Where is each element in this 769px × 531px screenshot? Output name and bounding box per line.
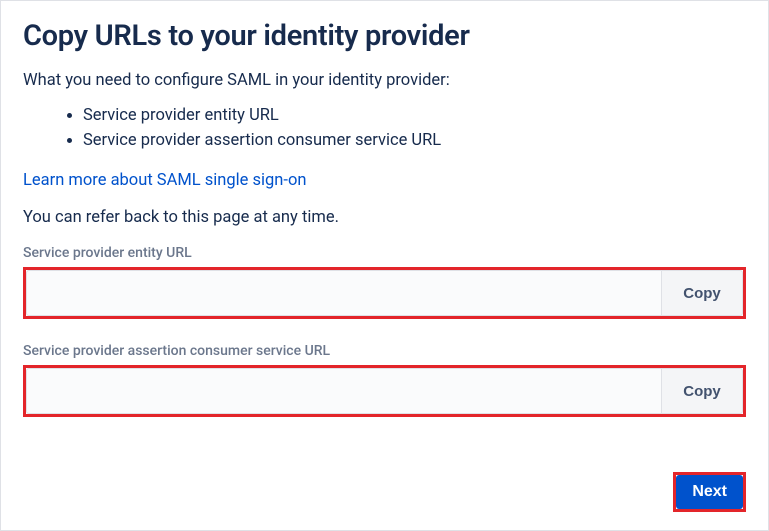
next-button-highlight: Next [673,472,746,512]
learn-more-link[interactable]: Learn more about SAML single sign-on [23,171,307,190]
acs-url-row: Copy [23,365,746,417]
entity-url-input[interactable] [26,270,661,316]
acs-url-label: Service provider assertion consumer serv… [23,343,746,359]
list-item: Service provider entity URL [83,106,746,125]
copy-entity-url-button[interactable]: Copy [661,270,743,316]
next-button[interactable]: Next [676,475,743,509]
requirements-list: Service provider entity URL Service prov… [23,106,746,150]
entity-url-label: Service provider entity URL [23,245,746,261]
list-item: Service provider assertion consumer serv… [83,131,746,150]
page-title: Copy URLs to your identity provider [23,19,746,53]
entity-url-row: Copy [23,267,746,319]
intro-text: What you need to configure SAML in your … [23,71,746,90]
copy-acs-url-button[interactable]: Copy [661,368,743,414]
saml-config-panel: Copy URLs to your identity provider What… [0,0,769,531]
footer-actions: Next [673,472,746,512]
acs-url-input[interactable] [26,368,661,414]
refer-text: You can refer back to this page at any t… [23,208,746,227]
